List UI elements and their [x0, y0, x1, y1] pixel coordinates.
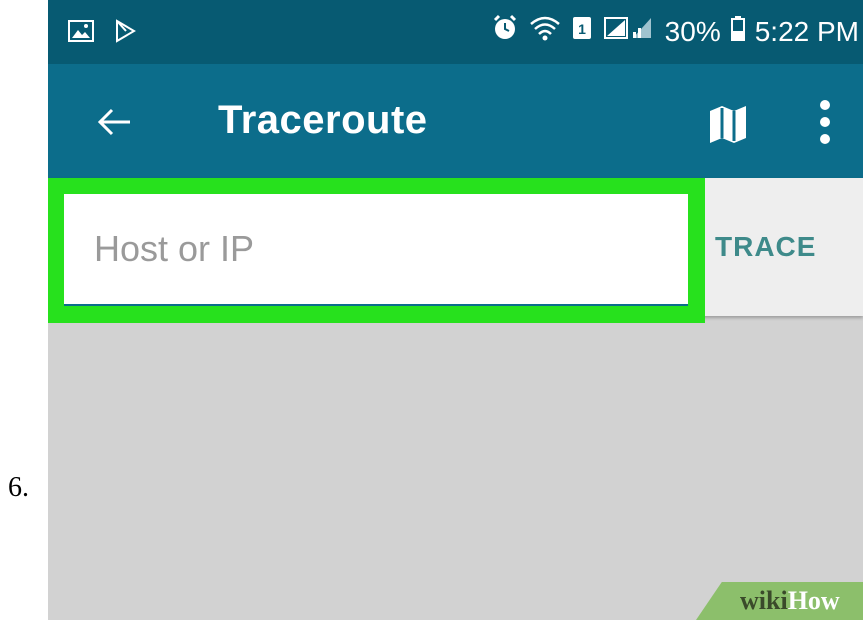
map-icon[interactable] — [708, 104, 748, 144]
wifi-icon — [529, 14, 561, 49]
alarm-icon — [491, 14, 519, 49]
host-input[interactable] — [64, 194, 688, 306]
svg-text:1: 1 — [578, 21, 586, 37]
step-number: 6. — [8, 472, 29, 503]
trace-button[interactable]: TRACE — [705, 178, 863, 316]
battery-icon — [730, 14, 745, 49]
more-vert-icon[interactable] — [818, 100, 832, 150]
watermark-how: How — [787, 586, 840, 615]
signal-icon — [603, 14, 655, 49]
page-title: Traceroute — [218, 98, 428, 142]
app-toolbar: Traceroute — [48, 64, 863, 178]
image-icon — [68, 18, 94, 49]
play-store-icon — [112, 18, 138, 49]
watermark-wiki: wiki — [740, 586, 788, 615]
watermark-logo: wikiHow — [740, 586, 840, 616]
clock-time: 5:22 PM — [754, 15, 859, 47]
arrow-left-icon[interactable] — [94, 102, 134, 142]
sim-icon: 1 — [571, 14, 593, 49]
status-bar: 1 30% 5:22 PM — [48, 0, 863, 64]
highlight-box — [48, 178, 705, 323]
battery-percent: 30% — [664, 15, 721, 47]
phone-screen: 1 30% 5:22 PM Traceroute TRACE — [48, 0, 863, 620]
